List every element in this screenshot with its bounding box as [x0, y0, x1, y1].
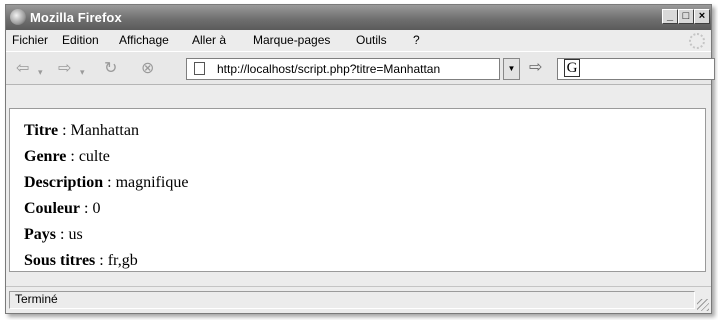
field-value: fr,gb: [107, 252, 138, 269]
forward-arrow-icon[interactable]: ⇨: [58, 61, 71, 77]
field-label: Genre: [24, 148, 67, 165]
forward-dropdown-icon[interactable]: ▾: [80, 64, 85, 80]
field-description: Description : magnifique: [24, 174, 189, 191]
url-history-dropdown-button[interactable]: ▼: [503, 58, 520, 80]
field-genre: Genre : culte: [24, 148, 110, 165]
menu-aller-a[interactable]: Aller à: [192, 33, 226, 47]
go-icon[interactable]: ⇨: [529, 60, 542, 76]
search-box[interactable]: G: [557, 58, 715, 80]
google-search-engine-icon[interactable]: G: [564, 59, 580, 77]
field-titre: Titre : Manhattan: [24, 122, 139, 139]
field-value: us: [68, 226, 83, 243]
field-pays: Pays : us: [24, 226, 83, 243]
menu-help[interactable]: ?: [413, 33, 420, 47]
field-list: Titre : Manhattan Genre : culte Descript…: [24, 118, 188, 274]
reload-icon[interactable]: ↻: [104, 61, 117, 77]
status-bar: Terminé: [6, 286, 711, 313]
field-couleur: Couleur : 0: [24, 200, 101, 217]
navigation-toolbar: ⇦ ▾ ⇨ ▾ ↻ ⊗ http://localhost/script.php?…: [6, 51, 715, 85]
field-value: 0: [92, 200, 101, 217]
field-value: Manhattan: [70, 122, 139, 139]
field-label: Sous titres: [24, 252, 96, 269]
field-label: Description: [24, 174, 104, 191]
maximize-button[interactable]: □: [678, 9, 694, 24]
field-label: Pays: [24, 226, 56, 243]
field-value: magnifique: [115, 174, 189, 191]
minimize-button[interactable]: _: [662, 9, 678, 24]
stop-icon[interactable]: ⊗: [141, 61, 154, 77]
url-text[interactable]: http://localhost/script.php?titre=Manhat…: [217, 62, 492, 76]
back-arrow-icon[interactable]: ⇦: [16, 61, 29, 77]
page-icon: [194, 62, 205, 75]
menu-outils[interactable]: Outils: [356, 33, 387, 47]
menu-affichage[interactable]: Affichage: [119, 33, 169, 47]
title-bar[interactable]: Mozilla Firefox _ □ ×: [6, 5, 711, 30]
throbber-icon: [689, 33, 705, 49]
field-label: Couleur: [24, 200, 80, 217]
field-value: culte: [78, 148, 110, 165]
menu-marque-pages[interactable]: Marque-pages: [253, 33, 330, 47]
back-dropdown-icon[interactable]: ▾: [38, 64, 43, 80]
close-button[interactable]: ×: [694, 9, 710, 24]
menu-edition[interactable]: Edition: [62, 33, 99, 47]
window-title: Mozilla Firefox: [30, 10, 122, 25]
url-bar[interactable]: http://localhost/script.php?titre=Manhat…: [186, 58, 500, 80]
status-text: Terminé: [9, 291, 695, 309]
resize-grip-icon[interactable]: [697, 299, 709, 311]
firefox-logo-icon: [10, 9, 26, 25]
menu-fichier[interactable]: Fichier: [12, 33, 48, 47]
menu-bar: Fichier Edition Affichage Aller à Marque…: [6, 30, 711, 50]
field-label: Titre: [24, 122, 59, 139]
field-sous-titres: Sous titres : fr,gb: [24, 252, 138, 269]
